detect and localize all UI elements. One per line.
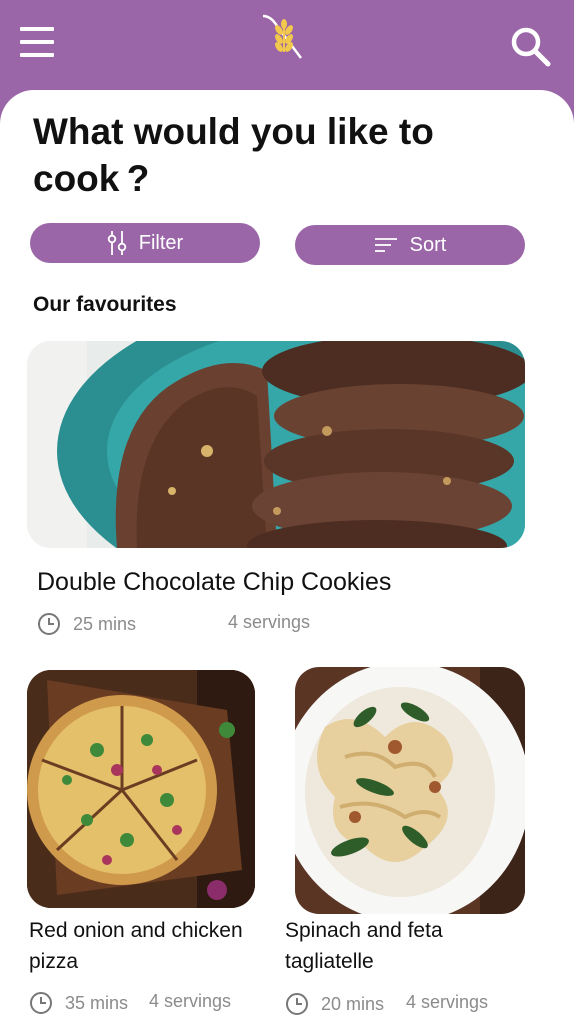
- page-title: What would you like to cook ?: [33, 111, 434, 199]
- recipe-time: 35 mins: [29, 991, 128, 1015]
- recipe-title[interactable]: Spinach and feta tagliatelle: [285, 915, 515, 977]
- pasta-image[interactable]: [295, 667, 525, 914]
- app-header: [0, 0, 574, 100]
- recipe-time-value: 35 mins: [65, 992, 129, 1013]
- clock-icon: [38, 613, 60, 635]
- wheat-logo-icon: [257, 12, 309, 64]
- pizza-image[interactable]: [27, 670, 255, 908]
- search-icon[interactable]: [508, 24, 552, 68]
- recipe-servings: 4 servings: [406, 992, 489, 1012]
- section-title: Our favourites: [33, 293, 177, 316]
- filter-sliders-icon: [107, 231, 126, 255]
- filter-button[interactable]: Filter: [30, 223, 260, 263]
- hamburger-menu-icon[interactable]: [20, 26, 54, 60]
- recipe-title[interactable]: Red onion and chicken pizza: [29, 915, 259, 977]
- sort-button[interactable]: Sort: [295, 225, 525, 265]
- recipe-time-value: 20 mins: [321, 993, 385, 1014]
- recipe-time: 25 mins: [37, 612, 136, 636]
- sort-button-label: Sort: [409, 233, 447, 256]
- recipe-time-value: 25 mins: [73, 613, 137, 634]
- cookies-image[interactable]: [27, 341, 525, 548]
- recipe-title[interactable]: Double Chocolate Chip Cookies: [37, 568, 391, 597]
- filter-button-label: Filter: [138, 231, 184, 254]
- recipe-time: 20 mins: [285, 992, 384, 1016]
- clock-icon: [30, 992, 52, 1014]
- clock-icon: [286, 993, 308, 1015]
- recipe-servings: 4 servings: [228, 612, 311, 632]
- sort-lines-icon: [374, 238, 397, 252]
- recipe-servings: 4 servings: [149, 991, 232, 1011]
